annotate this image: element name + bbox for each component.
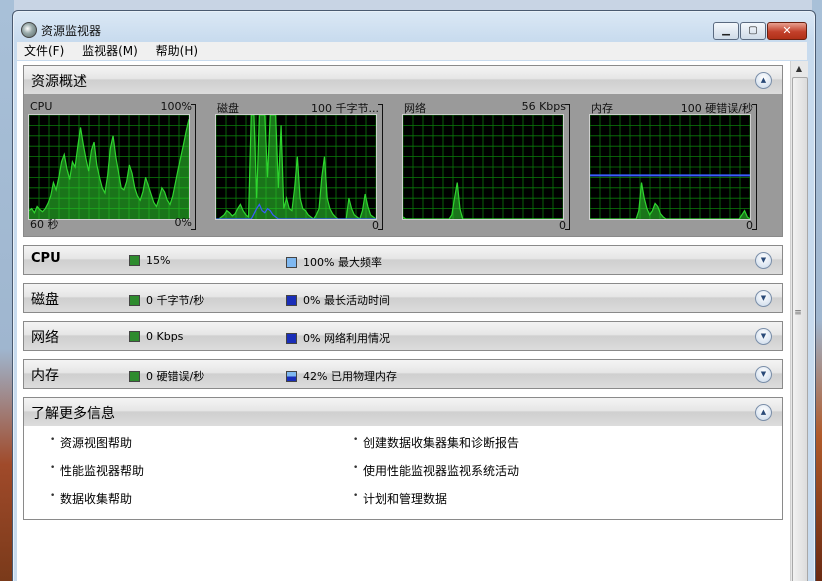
close-icon: ✕ (782, 24, 792, 37)
learn-more-title: 了解更多信息 (31, 406, 115, 422)
expand-down-icon[interactable]: ▼ (755, 252, 772, 269)
legend-value: 0 千字节/秒 (146, 294, 205, 307)
link-use-performance-monitor[interactable]: 使用性能监视器监视系统活动 (353, 462, 519, 479)
legend-swatch (129, 255, 140, 266)
section-title: 网络 (31, 330, 59, 346)
link-performance-monitor-help[interactable]: 性能监视器帮助 (50, 462, 144, 479)
cpu-frequency-legend: 100% 最大频率 (286, 254, 382, 270)
learn-more-links: 资源视图帮助 性能监视器帮助 数据收集帮助 创建数据收集器集和诊断报告 使用性能… (24, 426, 782, 519)
menu-help[interactable]: 帮助(H) (149, 42, 205, 60)
minimize-icon: ▁ (722, 25, 730, 36)
cpu-graph-plot (28, 114, 190, 220)
legend-swatch (286, 294, 297, 306)
graph-min: 0 (746, 219, 753, 232)
scrollbar-grip-icon: ≡ (794, 308, 802, 318)
section-title: 磁盘 (31, 292, 59, 308)
graph-scale (378, 104, 383, 230)
disk-graph: 磁盘 100 千字节... 0 (215, 100, 387, 234)
legend-value: 0% 网络利用情况 (303, 332, 390, 345)
section-title: 内存 (31, 368, 59, 384)
memory-hard-faults-legend: 0 硬错误/秒 (129, 368, 204, 384)
legend-swatch (129, 294, 140, 306)
graph-min: 0 (372, 219, 379, 232)
cpu-usage-legend: 15% (129, 254, 170, 267)
vertical-scrollbar[interactable]: ▲ ≡ (790, 61, 808, 581)
menu-bar: 文件(F) 监视器(M) 帮助(H) (17, 42, 807, 60)
memory-section-header[interactable]: 内存 0 硬错误/秒 42% 已用物理内存 ▼ (24, 360, 782, 388)
cpu-section: CPU 15% 100% 最大频率 ▼ (23, 245, 783, 275)
network-io-legend: 0 Kbps (129, 330, 183, 343)
legend-value: 0% 最长活动时间 (303, 294, 390, 307)
link-resource-view-help[interactable]: 资源视图帮助 (50, 434, 132, 451)
overview-header[interactable]: 资源概述 ▲ (24, 66, 782, 94)
close-button[interactable]: ✕ (767, 22, 807, 40)
graph-scale (752, 104, 757, 230)
disk-graph-plot (215, 114, 377, 220)
graph-scale (565, 104, 570, 230)
overview-graphs: CPU 100% 60 秒 0% 磁盘 100 千字节... 0 网络 56 Kbps … (24, 94, 782, 236)
menu-file[interactable]: 文件(F) (17, 42, 71, 60)
menu-monitor[interactable]: 监视器(M) (75, 42, 145, 60)
overview-section: 资源概述 ▲ CPU 100% 60 秒 0% 磁盘 100 千字节... 0 网络 (23, 65, 783, 237)
network-section-header[interactable]: 网络 0 Kbps 0% 网络利用情况 ▼ (24, 322, 782, 350)
collapse-up-icon[interactable]: ▲ (755, 404, 772, 421)
resource-monitor-app-icon[interactable] (21, 22, 37, 38)
expand-down-icon[interactable]: ▼ (755, 328, 772, 345)
legend-value: 15% (146, 254, 171, 267)
network-utilization-legend: 0% 网络利用情况 (286, 330, 390, 346)
learn-more-section: 了解更多信息 ▲ 资源视图帮助 性能监视器帮助 数据收集帮助 创建数据收集器集和… (23, 397, 783, 520)
graph-time: 60 秒 (30, 218, 59, 231)
graph-min: 0 (559, 219, 566, 232)
memory-section: 内存 0 硬错误/秒 42% 已用物理内存 ▼ (23, 359, 783, 389)
disk-section-header[interactable]: 磁盘 0 千字节/秒 0% 最长活动时间 ▼ (24, 284, 782, 312)
link-data-collection-help[interactable]: 数据收集帮助 (50, 490, 132, 507)
memory-used-legend: 42% 已用物理内存 (286, 368, 397, 384)
network-section: 网络 0 Kbps 0% 网络利用情况 ▼ (23, 321, 783, 351)
disk-section: 磁盘 0 千字节/秒 0% 最长活动时间 ▼ (23, 283, 783, 313)
section-title: CPU (31, 251, 61, 266)
memory-graph-plot (589, 114, 751, 220)
window-title: 资源监视器 (41, 24, 102, 38)
link-plan-manage-data[interactable]: 计划和管理数据 (353, 490, 447, 507)
minimize-button[interactable]: ▁ (713, 22, 739, 40)
legend-swatch (129, 331, 140, 342)
network-graph-plot (402, 114, 564, 220)
legend-value: 100% 最大频率 (303, 256, 382, 269)
legend-swatch (286, 332, 297, 344)
link-create-data-collector-set[interactable]: 创建数据收集器集和诊断报告 (353, 434, 519, 451)
legend-value: 0 硬错误/秒 (146, 370, 205, 383)
graph-scale (191, 104, 196, 230)
disk-active-time-legend: 0% 最长活动时间 (286, 292, 390, 308)
graph-min: 0% (174, 216, 192, 229)
cpu-graph: CPU 100% 60 秒 0% (28, 100, 200, 234)
maximize-button[interactable]: ▢ (740, 22, 766, 40)
graph-label: CPU (30, 100, 53, 113)
memory-graph: 内存 100 硬错误/秒 0 (589, 100, 761, 234)
content-area: 资源概述 ▲ CPU 100% 60 秒 0% 磁盘 100 千字节... 0 网络 (17, 61, 808, 581)
network-graph: 网络 56 Kbps 0 (402, 100, 574, 234)
resource-monitor-window: 资源监视器 ▁ ▢ ✕ 文件(F) 监视器(M) 帮助(H) 资源概述 ▲ CP… (12, 10, 816, 581)
legend-swatch (129, 370, 140, 382)
legend-value: 0 Kbps (146, 330, 184, 343)
title-bar[interactable]: 资源监视器 ▁ ▢ ✕ (13, 11, 815, 41)
expand-down-icon[interactable]: ▼ (755, 366, 772, 383)
legend-value: 42% 已用物理内存 (303, 370, 397, 383)
graph-max: 100% (160, 100, 192, 113)
legend-swatch (286, 370, 297, 382)
scrollbar-thumb[interactable] (792, 77, 808, 581)
learn-more-header[interactable]: 了解更多信息 ▲ (24, 398, 782, 426)
legend-swatch (286, 256, 297, 268)
overview-title: 资源概述 (31, 74, 87, 90)
collapse-up-icon[interactable]: ▲ (755, 72, 772, 89)
scroll-up-arrow-icon[interactable]: ▲ (793, 64, 805, 76)
cpu-section-header[interactable]: CPU 15% 100% 最大频率 ▼ (24, 246, 782, 274)
disk-io-legend: 0 千字节/秒 (129, 292, 204, 308)
maximize-icon: ▢ (748, 25, 758, 36)
expand-down-icon[interactable]: ▼ (755, 290, 772, 307)
